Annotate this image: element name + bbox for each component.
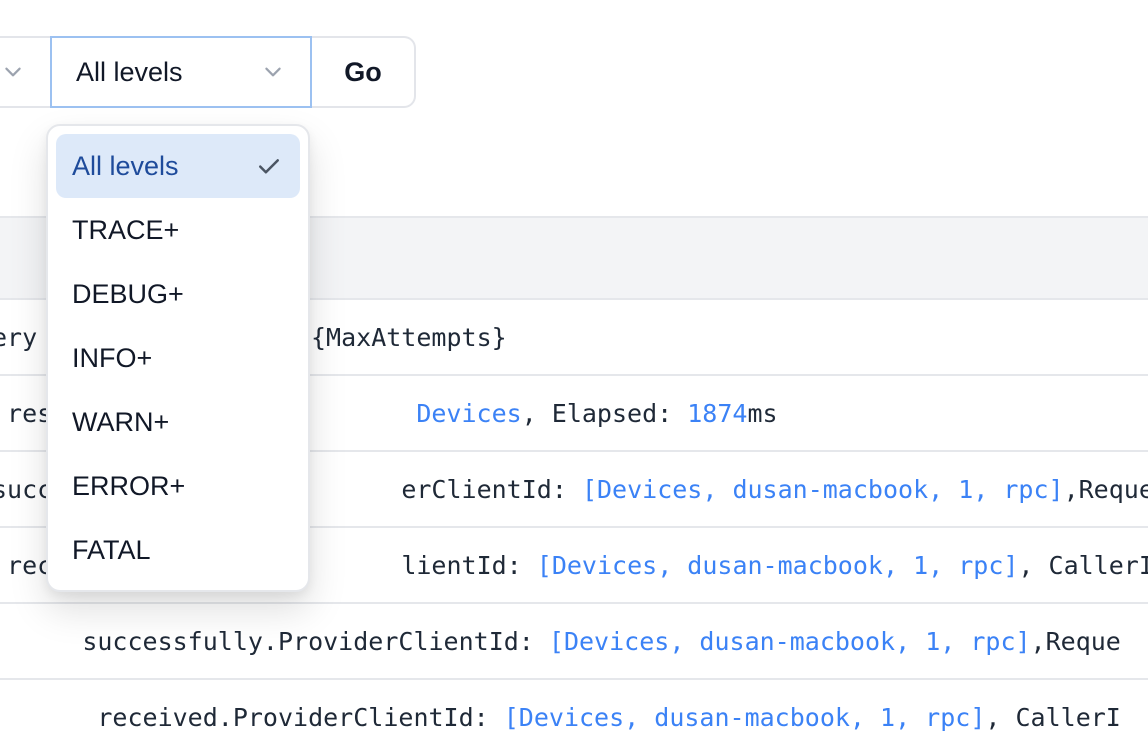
log-message-fragment: res [7, 398, 53, 428]
level-option-warn[interactable]: WARN+ [56, 390, 300, 454]
log-message-fragment: erClientId: [401, 474, 582, 504]
log-message-fragment: ,Reque [1030, 626, 1121, 656]
log-message-fragment: rec [7, 550, 53, 580]
log-highlight: [Devices, dusan-macbook, 1, rpc] [503, 702, 986, 732]
table-row[interactable]: received.ProviderClientId: [Devices, dus… [0, 680, 1148, 748]
chevron-down-icon [265, 67, 281, 77]
option-label: All levels [72, 150, 179, 181]
option-label: TRACE+ [72, 214, 180, 245]
log-message-fragment: lientId: [401, 550, 537, 580]
go-button[interactable]: Go [312, 36, 416, 108]
log-message-fragment: , Elapsed: [521, 398, 688, 428]
log-highlight: [Devices, dusan-macbook, 1, rpc] [581, 474, 1064, 504]
table-row[interactable]: successfully.ProviderClientId: [Devices,… [0, 604, 1148, 680]
level-select[interactable]: All levels [50, 36, 312, 108]
log-message-fragment: succ [0, 474, 53, 504]
level-dropdown-menu: All levels TRACE+ DEBUG+ INFO+ WARN+ ERR… [46, 124, 310, 592]
log-message-fragment: , CallerI [985, 702, 1121, 732]
check-icon [259, 159, 279, 174]
log-message-fragment: ms [747, 398, 778, 428]
level-option-fatal[interactable]: FATAL [56, 518, 300, 582]
go-button-label: Go [344, 56, 382, 87]
log-highlight: Devices [416, 398, 522, 428]
log-message-fragment: successfully.ProviderClientId: [82, 626, 549, 656]
level-option-info[interactable]: INFO+ [56, 326, 300, 390]
log-message-fragment: , CallerI [1018, 550, 1148, 580]
option-label: FATAL [72, 534, 151, 565]
chevron-down-icon [5, 67, 21, 77]
log-highlight: [Devices, dusan-macbook, 1, rpc] [548, 626, 1031, 656]
level-select-value: All levels [76, 56, 183, 87]
level-option-debug[interactable]: DEBUG+ [56, 262, 300, 326]
log-highlight: [Devices, dusan-macbook, 1, rpc] [536, 550, 1019, 580]
log-message-fragment: {MaxAttempts} [311, 322, 507, 352]
filter-toolbar: All levels Go [0, 36, 416, 108]
option-label: DEBUG+ [72, 278, 184, 309]
log-message-fragment: ery [0, 322, 38, 352]
log-message-fragment: ,Reque [1063, 474, 1148, 504]
log-highlight: 1874 [687, 398, 748, 428]
level-option-trace[interactable]: TRACE+ [56, 198, 300, 262]
log-viewer: All levels Go ery {MaxAttempts} res Devi… [0, 0, 1148, 748]
log-message-fragment: received.ProviderClientId: [82, 702, 504, 732]
level-option-error[interactable]: ERROR+ [56, 454, 300, 518]
option-label: WARN+ [72, 406, 170, 437]
option-label: INFO+ [72, 342, 153, 373]
option-label: ERROR+ [72, 470, 186, 501]
source-select[interactable] [0, 36, 50, 108]
level-option-all-levels[interactable]: All levels [56, 134, 300, 198]
